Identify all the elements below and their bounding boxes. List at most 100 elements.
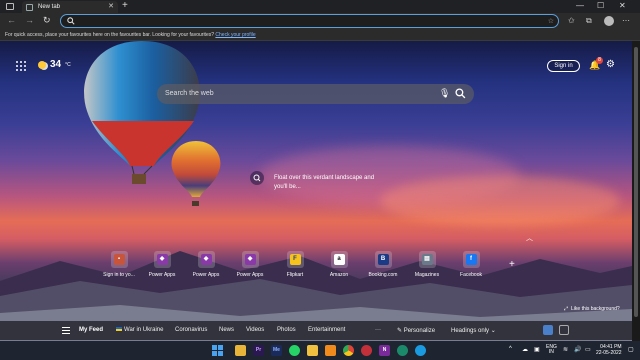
feed-tab-coronavirus[interactable]: Coronavirus [175, 327, 207, 333]
search-icon[interactable] [455, 88, 466, 99]
headings-only-dropdown[interactable]: Headings only ⌄ [451, 327, 496, 334]
search-icon [253, 174, 261, 182]
sign-in-button[interactable]: Sign in [547, 60, 580, 72]
quick-link-label: Booking.com [368, 272, 398, 278]
temperature: 34 [50, 59, 62, 70]
magazines-icon: ▤ [421, 254, 433, 265]
address-bar[interactable]: ☆ [60, 14, 559, 28]
volume-icon[interactable]: 🔊 [574, 346, 581, 353]
quick-link[interactable]: ◆ Power Apps [228, 251, 272, 278]
facebook-icon: f [465, 254, 477, 265]
profile-avatar[interactable] [604, 16, 614, 26]
quick-link-label: Power Apps [192, 272, 220, 278]
grid-view-button[interactable] [543, 325, 553, 335]
add-favourite-icon[interactable]: ☆ [548, 17, 554, 25]
onenote-icon[interactable]: N [379, 345, 390, 356]
whatsapp-icon[interactable] [289, 345, 300, 356]
list-view-button[interactable] [559, 325, 569, 335]
chevron-up-icon[interactable]: ︿ [526, 233, 533, 243]
feed-tab-label: War in Ukraine [124, 327, 164, 333]
chevron-down-icon: ⌄ [490, 328, 496, 334]
premiere-icon[interactable]: Pr [253, 345, 264, 356]
quick-link[interactable]: ◆ Power Apps [184, 251, 228, 278]
red-app-icon[interactable] [361, 345, 372, 356]
quick-link-label: Magazines [414, 272, 440, 278]
menu-icon[interactable] [62, 327, 70, 334]
refresh-icon[interactable]: ↻ [43, 15, 51, 26]
add-site-icon[interactable]: + [509, 259, 515, 270]
web-search-box[interactable]: Search the web 🎙 [157, 84, 474, 104]
forward-icon[interactable]: → [25, 15, 34, 25]
maximize-icon[interactable]: ☐ [597, 1, 604, 10]
caption-text[interactable]: Float over this verdant landscape and yo… [274, 174, 378, 192]
feed-tab-videos[interactable]: Videos [246, 327, 264, 333]
system-clock[interactable]: 04:41 PM 22-05-2022 [596, 344, 622, 356]
cloud-icon[interactable]: ☁ [522, 346, 528, 353]
more-feeds-button[interactable]: ··· [375, 327, 381, 333]
feed-tab-war-in-ukraine[interactable]: War in Ukraine [116, 327, 163, 333]
battery-icon[interactable]: ▭ [585, 346, 591, 353]
booking-icon: B [377, 254, 389, 265]
quick-link[interactable]: ▤ Magazines [405, 251, 449, 278]
microphone-icon[interactable]: 🎙 [439, 88, 450, 99]
chrome-icon[interactable] [343, 345, 354, 356]
quick-link[interactable]: B Booking.com [361, 251, 405, 278]
pencil-icon: ✎ [397, 328, 404, 334]
expand-icon: ⤢ [564, 306, 569, 312]
like-background-button[interactable]: ⤢ Like this background? [564, 306, 620, 312]
feed-tab-news[interactable]: News [219, 327, 234, 333]
flipkart-icon: F [289, 254, 301, 265]
tab-title: New tab [38, 4, 61, 10]
quick-link-label: Flipkart [286, 272, 304, 278]
new-tab-button[interactable]: + [122, 0, 128, 11]
file-explorer-icon[interactable] [235, 345, 246, 356]
hot-air-balloon-small [171, 141, 221, 206]
feed-tab-my-feed[interactable]: My Feed [79, 327, 103, 333]
ukraine-flag-icon [116, 327, 122, 332]
close-window-icon[interactable]: ✕ [619, 1, 626, 10]
check-profile-link[interactable]: Check your profile [215, 32, 255, 38]
edge-icon[interactable] [415, 345, 426, 356]
clock-date: 22-05-2022 [596, 350, 622, 356]
scrollbar-thumb[interactable] [634, 47, 638, 317]
scrollbar[interactable] [632, 41, 640, 341]
collections-icon[interactable]: ⧉ [586, 16, 592, 26]
favourites-bar: For quick access, place your favourites … [0, 30, 640, 41]
minimize-icon[interactable]: — [576, 1, 584, 10]
media-encoder-icon[interactable]: Me [271, 345, 282, 356]
favourites-icon[interactable]: ✩ [568, 16, 575, 25]
tab-new-tab[interactable]: New tab ✕ [22, 1, 118, 13]
notification-center-icon[interactable]: ▢ [628, 346, 634, 353]
more-menu-icon[interactable]: ⋯ [622, 16, 630, 25]
quick-link[interactable]: a Amazon [317, 251, 361, 278]
app-tray-icon[interactable]: ▣ [534, 346, 540, 353]
quick-link-label: Power Apps [148, 272, 176, 278]
tab-strip: New tab ✕ + — ☐ ✕ [0, 0, 640, 13]
search-input[interactable]: Search the web [165, 90, 214, 97]
quick-link[interactable]: f Facebook [449, 251, 493, 278]
quick-link[interactable]: ◆ Power Apps [140, 251, 184, 278]
image-info-button[interactable] [250, 171, 264, 185]
close-tab-icon[interactable]: ✕ [108, 2, 114, 10]
language-indicator[interactable]: ENG IN [546, 345, 557, 355]
vlc-icon[interactable] [325, 345, 336, 356]
quick-link[interactable]: F Flipkart [273, 251, 317, 278]
personalize-button[interactable]: ✎ Personalize [397, 327, 435, 334]
like-background-label: Like this background? [571, 306, 620, 312]
back-icon[interactable]: ← [7, 15, 16, 25]
windows-start-icon[interactable] [212, 345, 223, 356]
tab-actions-icon[interactable] [6, 3, 14, 10]
weather-widget[interactable]: 34 °C [38, 59, 71, 70]
edge-dev-icon[interactable] [397, 345, 408, 356]
wifi-icon[interactable]: ≋ [563, 346, 568, 353]
power-apps-icon: ◆ [200, 254, 212, 265]
quick-link[interactable]: ▪ Sign in to yo... [97, 251, 141, 278]
feed-tab-entertainment[interactable]: Entertainment [308, 327, 345, 333]
chevron-up-icon[interactable]: ^ [509, 346, 512, 352]
feed-tab-photos[interactable]: Photos [277, 327, 296, 333]
folder-icon[interactable] [307, 345, 318, 356]
app-launcher-icon[interactable] [16, 61, 26, 71]
region-code: IN [548, 349, 554, 355]
search-icon [67, 17, 75, 25]
settings-gear-icon[interactable]: ⚙ [606, 59, 615, 70]
